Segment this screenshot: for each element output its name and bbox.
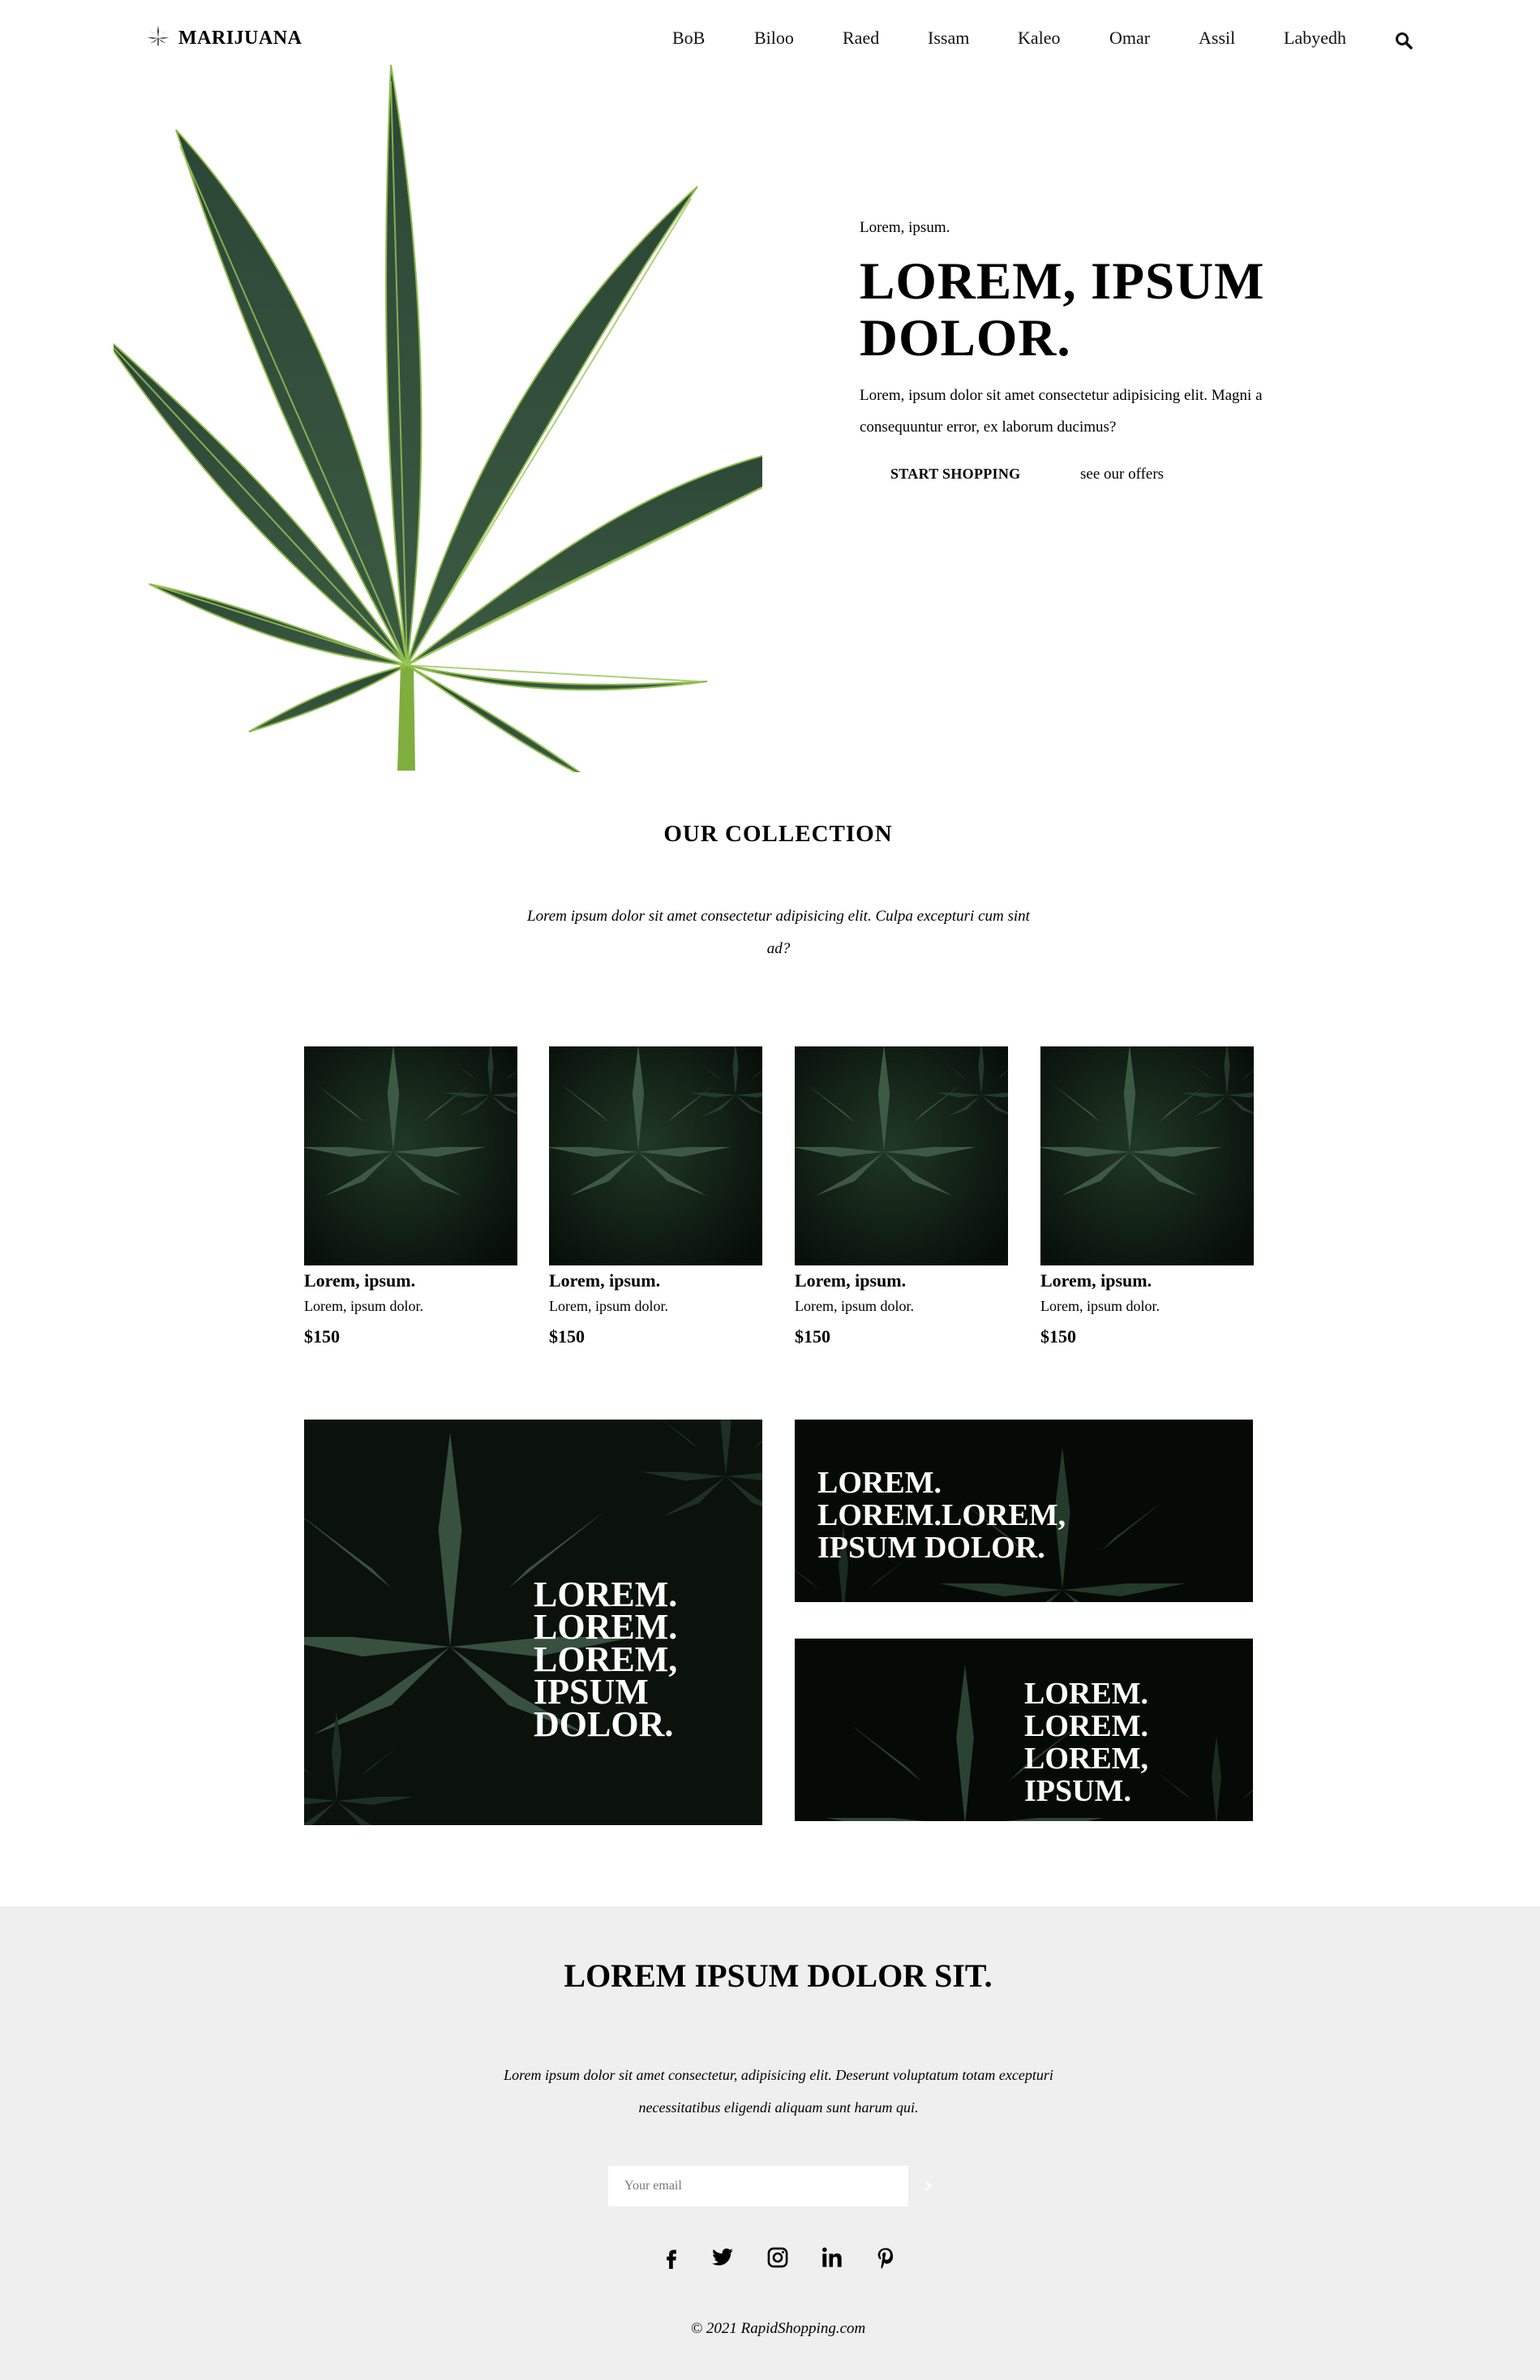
submit-arrow-icon[interactable] [921,2178,937,2194]
copyright: © 2021 RapidShopping.com [690,2320,866,2337]
product-description: Lorem, ipsum dolor. [549,1298,668,1314]
nav-item-assil[interactable]: Assil [1199,28,1235,49]
nav-item-omar[interactable]: Omar [1109,28,1150,49]
product-card[interactable]: Lorem, ipsum. Lorem, ipsum dolor. $150 [549,1046,762,1347]
nav-item-labyedh[interactable]: Labyedh [1284,28,1346,49]
search-icon[interactable] [1394,31,1413,50]
instagram-icon[interactable] [764,2244,791,2271]
nav-item-issam[interactable]: Issam [928,28,969,49]
product-description: Lorem, ipsum dolor. [1040,1298,1160,1314]
product-image [1040,1046,1254,1265]
nav-item-kaleo[interactable]: Kaleo [1018,28,1061,49]
banner-top-right-text: LOREM. LOREM.LOREM, IPSUM DOLOR. [817,1466,1066,1565]
product-price: $150 [304,1326,340,1347]
product-price: $150 [549,1326,585,1347]
banner-bottom-right-text: LOREM. LOREM. LOREM, IPSUM. [1024,1677,1149,1808]
hero-eyebrow: Lorem, ipsum. [860,219,950,236]
hero-title: LOREM, IPSUM DOLOR. [860,252,1265,367]
product-name: Lorem, ipsum. [795,1270,907,1291]
promo-banner-large[interactable]: LOREM. LOREM. LOREM, IPSUM DOLOR. [304,1420,762,1825]
collection-title: OUR COLLECTION [663,821,893,847]
promo-banner-top-right[interactable]: LOREM. LOREM.LOREM, IPSUM DOLOR. [795,1420,1253,1602]
pinterest-icon[interactable] [872,2244,899,2271]
product-card[interactable]: Lorem, ipsum. Lorem, ipsum dolor. $150 [795,1046,1008,1347]
twitter-icon[interactable] [709,2244,736,2271]
product-price: $150 [795,1326,830,1347]
footer: LOREM IPSUM DOLOR SIT. Lorem ipsum dolor… [0,1906,1540,2380]
product-image [795,1046,1008,1265]
see-offers-button[interactable]: see our offers [1080,466,1164,483]
product-description: Lorem, ipsum dolor. [795,1298,914,1314]
product-name: Lorem, ipsum. [549,1270,661,1291]
product-name: Lorem, ipsum. [1040,1270,1152,1291]
banner-large-text: LOREM. LOREM. LOREM, IPSUM DOLOR. [534,1574,678,1744]
product-description: Lorem, ipsum dolor. [304,1298,423,1314]
facebook-icon[interactable] [658,2244,685,2271]
email-input[interactable] [608,2166,908,2206]
collection-subtitle: Lorem ipsum dolor sit amet consectetur a… [527,908,1030,957]
footer-text: Lorem ipsum dolor sit amet consectetur, … [504,2067,1053,2116]
nav-item-raed[interactable]: Raed [843,28,879,49]
footer-title: LOREM IPSUM DOLOR SIT. [564,1957,993,1994]
promo-banner-bottom-right[interactable]: LOREM. LOREM. LOREM, IPSUM. [795,1639,1253,1821]
linkedin-icon[interactable] [818,2244,846,2271]
product-image [549,1046,762,1265]
product-card[interactable]: Lorem, ipsum. Lorem, ipsum dolor. $150 [1040,1046,1254,1347]
product-price: $150 [1040,1326,1076,1347]
hero-cannabis-leaf-image [114,64,762,772]
product-image [304,1046,517,1265]
start-shopping-button[interactable]: START SHOPPING [890,466,1020,483]
product-card[interactable]: Lorem, ipsum. Lorem, ipsum dolor. $150 [304,1046,517,1347]
hero-description: Lorem, ipsum dolor sit amet consectetur … [860,387,1263,436]
product-name: Lorem, ipsum. [304,1270,416,1291]
